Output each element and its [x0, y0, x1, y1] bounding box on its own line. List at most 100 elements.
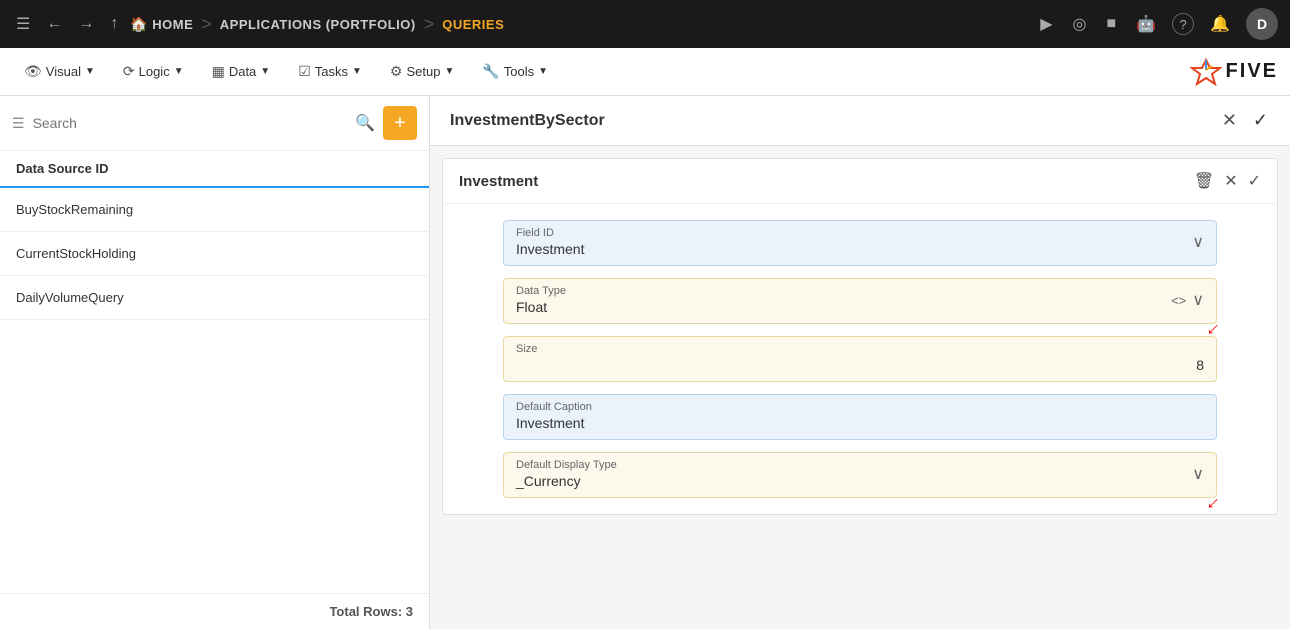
- investment-section: Investment 🗑 ✕ ✓ Field ID Investment: [442, 158, 1278, 515]
- left-panel: ☰ 🔍 + Data Source ID BuyStockRemaining C…: [0, 96, 430, 629]
- bell-icon[interactable]: 🔔: [1206, 10, 1234, 38]
- menu-icon[interactable]: ☰: [12, 10, 34, 38]
- data-type-label: Data Type: [516, 285, 566, 297]
- check-investment-button[interactable]: ✓: [1248, 171, 1261, 191]
- top-nav: ☰ ← → ↑ 🏠 HOME > APPLICATIONS (PORTFOLIO…: [0, 0, 1290, 48]
- default-caption-label: Default Caption: [516, 401, 1204, 413]
- home-label: HOME: [152, 17, 193, 32]
- tasks-menu[interactable]: ☑ Tasks ▼: [286, 57, 374, 86]
- delete-investment-button[interactable]: 🗑: [1194, 171, 1214, 191]
- queries-label: QUERIES: [442, 17, 504, 32]
- investment-title: Investment: [459, 173, 538, 190]
- field-id-group: Field ID Investment ∨: [503, 220, 1217, 266]
- code-icon[interactable]: <>: [1171, 293, 1186, 308]
- field-id-dropdown-icon[interactable]: ∨: [1192, 232, 1204, 252]
- main-area: ☰ 🔍 + Data Source ID BuyStockRemaining C…: [0, 96, 1290, 629]
- tools-label: Tools: [504, 64, 534, 79]
- right-header: InvestmentBySector ✕ ✓: [430, 96, 1290, 146]
- data-type-content: Data Type Float: [516, 285, 566, 315]
- setup-icon: ⚙: [390, 63, 403, 80]
- applications-link[interactable]: APPLICATIONS (PORTFOLIO): [220, 17, 416, 32]
- list-item[interactable]: DailyVolumeQuery: [0, 276, 429, 320]
- data-menu[interactable]: ▦ Data ▼: [200, 57, 283, 86]
- field-id-label: Field ID: [516, 227, 584, 239]
- right-header-title: InvestmentBySector: [450, 112, 605, 130]
- tasks-arrow: ▼: [352, 66, 362, 77]
- close-header-button[interactable]: ✕: [1220, 108, 1239, 133]
- visual-label: Visual: [46, 64, 81, 79]
- visual-menu[interactable]: 👁 Visual ▼: [12, 57, 107, 86]
- red-arrow-display: ↑: [1201, 492, 1224, 515]
- five-logo-svg: [1190, 58, 1222, 86]
- stop-icon[interactable]: ■: [1102, 11, 1120, 37]
- menu-bar: 👁 Visual ▼ ⟳ Logic ▼ ▦ Data ▼ ☑ Tasks ▼ …: [0, 48, 1290, 96]
- size-group: Size 8: [503, 336, 1217, 382]
- data-arrow: ▼: [260, 66, 270, 77]
- header-actions: ✕ ✓: [1220, 108, 1270, 133]
- check-header-button[interactable]: ✓: [1251, 108, 1270, 133]
- search-input[interactable]: [33, 115, 348, 131]
- tasks-icon: ☑: [298, 63, 311, 80]
- sep1: >: [201, 14, 212, 35]
- filter-icon: ☰: [12, 115, 25, 132]
- size-value: 8: [516, 357, 1204, 373]
- data-icon: ▦: [212, 63, 225, 80]
- field-id-value: Investment: [516, 241, 584, 257]
- data-type-dropdown-icon[interactable]: ∨: [1192, 290, 1204, 310]
- five-logo: FIVE: [1190, 58, 1278, 86]
- default-caption-group: Default Caption Investment: [503, 394, 1217, 440]
- search-nav-icon[interactable]: ◎: [1069, 10, 1091, 38]
- default-display-type-value: _Currency: [516, 473, 617, 489]
- five-text: FIVE: [1226, 60, 1278, 83]
- applications-label: APPLICATIONS (PORTFOLIO): [220, 17, 416, 32]
- close-investment-button[interactable]: ✕: [1224, 171, 1237, 191]
- visual-arrow: ▼: [85, 66, 95, 77]
- list-item[interactable]: CurrentStockHolding: [0, 232, 429, 276]
- data-label: Data: [229, 64, 256, 79]
- data-type-value: Float: [516, 299, 566, 315]
- search-bar: ☰ 🔍 +: [0, 96, 429, 151]
- help-icon[interactable]: ?: [1172, 13, 1194, 35]
- data-type-icons: <> ∨: [1171, 290, 1204, 310]
- default-display-type-row: Default Display Type _Currency ∨: [516, 459, 1204, 489]
- search-icon[interactable]: 🔍: [355, 113, 375, 133]
- back-icon[interactable]: ←: [42, 11, 66, 37]
- data-type-group: Data Type Float <> ∨ ↑: [503, 278, 1217, 324]
- setup-arrow: ▼: [444, 66, 454, 77]
- sep2: >: [424, 14, 435, 35]
- investment-actions: 🗑 ✕ ✓: [1194, 171, 1261, 191]
- play-icon[interactable]: ▶: [1036, 10, 1056, 38]
- logic-arrow: ▼: [174, 66, 184, 77]
- default-display-dropdown-icon[interactable]: ∨: [1192, 464, 1204, 484]
- home-link[interactable]: 🏠 HOME: [130, 16, 193, 33]
- forward-icon[interactable]: →: [74, 11, 98, 37]
- avatar[interactable]: D: [1246, 8, 1278, 40]
- logic-menu[interactable]: ⟳ Logic ▼: [111, 57, 196, 86]
- add-button[interactable]: +: [383, 106, 417, 140]
- tools-arrow: ▼: [538, 66, 548, 77]
- right-panel: InvestmentBySector ✕ ✓ Investment 🗑 ✕ ✓: [430, 96, 1290, 629]
- list-header: Data Source ID: [0, 151, 429, 188]
- logic-icon: ⟳: [123, 63, 135, 80]
- investment-header: Investment 🗑 ✕ ✓: [443, 159, 1277, 204]
- list-footer: Total Rows: 3: [0, 593, 429, 629]
- tools-icon: 🔧: [482, 63, 499, 80]
- data-type-row: Data Type Float <> ∨: [516, 285, 1204, 315]
- bot-icon[interactable]: 🤖: [1132, 10, 1160, 38]
- size-row: 8: [516, 357, 1204, 373]
- tools-menu[interactable]: 🔧 Tools ▼: [470, 57, 560, 86]
- up-icon[interactable]: ↑: [106, 11, 122, 37]
- list-item[interactable]: BuyStockRemaining: [0, 188, 429, 232]
- visual-icon: 👁: [24, 63, 42, 80]
- queries-link[interactable]: QUERIES: [442, 17, 504, 32]
- home-icon: 🏠: [130, 16, 148, 33]
- setup-menu[interactable]: ⚙ Setup ▼: [378, 57, 466, 86]
- default-display-type-content: Default Display Type _Currency: [516, 459, 617, 489]
- field-id-content: Field ID Investment: [516, 227, 584, 257]
- default-display-type-label: Default Display Type: [516, 459, 617, 471]
- default-display-type-group: Default Display Type _Currency ∨ ↑: [503, 452, 1217, 498]
- form-area: Field ID Investment ∨ Data Type Float: [443, 204, 1277, 514]
- size-label: Size: [516, 343, 1204, 355]
- top-nav-right: ▶ ◎ ■ 🤖 ? 🔔 D: [1036, 8, 1278, 40]
- setup-label: Setup: [406, 64, 440, 79]
